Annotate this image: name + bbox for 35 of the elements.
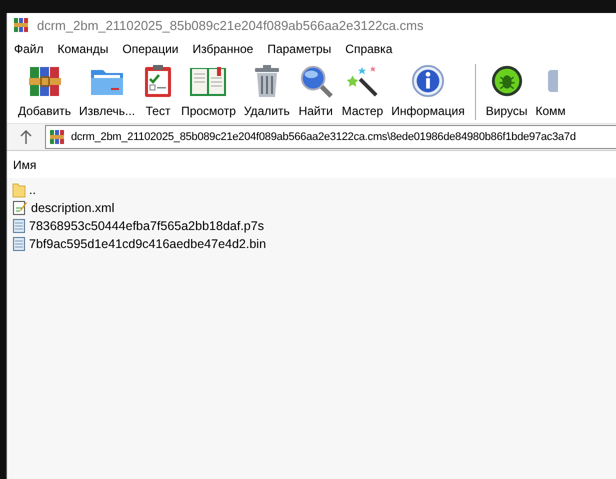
address-field[interactable]: dcrm_2bm_21102025_85b089c21e204f089ab566aa2e3122ca.cms\8ede01986de84980b86f1bde97ac3a7d (45, 125, 616, 149)
toolbar-button[interactable]: Добавить (15, 60, 74, 118)
menu-item[interactable]: Операции (121, 40, 180, 58)
toolbar-button[interactable]: Мастер (338, 60, 386, 118)
menu-item[interactable]: Команды (56, 40, 110, 58)
file-name[interactable]: 78368953c50444efba7f565a2bb18daf.p7s (29, 219, 264, 233)
archive-icon (49, 129, 65, 145)
file-name[interactable]: description.xml (31, 201, 114, 215)
toolbar-button[interactable]: Тест (140, 60, 176, 118)
menu-item[interactable]: Параметры (266, 40, 332, 58)
menu-item[interactable]: Избранное (192, 40, 254, 58)
toolbar-button[interactable]: Информация (388, 60, 468, 118)
clipboard-icon (143, 64, 174, 98)
toolbar-button[interactable]: Извлечь... (76, 60, 138, 118)
window-title: dcrm_2bm_21102025_85b089c21e204f089ab566aa2e3122ca.cms (37, 18, 424, 32)
app-icon (13, 17, 29, 33)
menu-item[interactable]: Файл (13, 40, 45, 58)
folder-icon (12, 182, 26, 198)
text-file-icon (12, 236, 26, 252)
menu-item[interactable]: Справка (344, 40, 394, 58)
toolbar-button[interactable]: Комм (532, 60, 569, 118)
path-text: dcrm_2bm_21102025_85b089c21e204f089ab566aa2e3122ca.cms\8ede01986de84980b86f1bde97ac3a7d (71, 131, 576, 143)
toolbar-button[interactable]: Удалить (240, 60, 293, 118)
column-header[interactable]: Имя (13, 158, 36, 172)
books-icon (28, 64, 62, 98)
toolbar-button[interactable]: Просмотр (178, 60, 239, 118)
toolbar-button[interactable]: Вирусы (482, 60, 530, 118)
book-icon (189, 64, 228, 98)
file-name[interactable]: 7bf9ac595d1e41cd9c416aedbe47e4d2.bin (29, 237, 266, 251)
magic-wand-icon (344, 64, 380, 98)
document-edit-icon (12, 200, 28, 216)
info-icon (410, 64, 446, 98)
file-name[interactable]: .. (29, 183, 36, 197)
toolbar-button[interactable]: Найти (294, 60, 337, 118)
text-file-icon (12, 218, 26, 234)
